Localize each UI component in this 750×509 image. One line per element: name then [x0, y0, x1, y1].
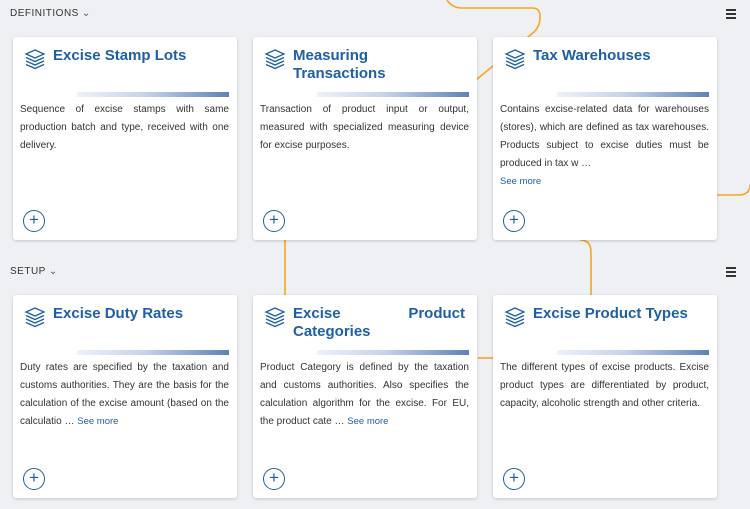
layers-icon — [24, 307, 46, 328]
card-description: Product Category is defined by the taxat… — [260, 362, 469, 427]
card-excise-duty-rates[interactable]: Excise Duty Rates Duty rates are specifi… — [13, 295, 237, 498]
card-measuring-transactions[interactable]: Measuring Transactions Transaction of pr… — [253, 37, 477, 240]
card-description: Contains excise-related data for warehou… — [500, 104, 709, 187]
card-description: Transaction of product input or output, … — [260, 104, 469, 151]
section-title: SETUP — [10, 266, 46, 277]
layers-icon — [24, 49, 46, 70]
section-label-definitions[interactable]: DEFINITIONS ⌄ — [10, 8, 91, 19]
card-excise-stamp-lots[interactable]: Excise Stamp Lots Sequence of excise sta… — [13, 37, 237, 240]
layers-icon — [504, 49, 526, 70]
card-title[interactable]: Excise Stamp Lots — [53, 47, 186, 70]
card-description: Sequence of excise stamps with same prod… — [20, 104, 229, 151]
card-title[interactable]: Excise Duty Rates — [53, 305, 183, 328]
title-divider — [557, 92, 709, 97]
see-more-link[interactable]: See more — [347, 416, 388, 427]
see-more-link[interactable]: See more — [500, 176, 541, 187]
card-title[interactable]: Excise Product Types — [533, 305, 688, 328]
hamburger-menu-icon[interactable] — [726, 267, 736, 279]
layers-icon — [264, 49, 286, 70]
add-button[interactable]: + — [263, 468, 285, 490]
card-description: The different types of excise products. … — [500, 362, 709, 409]
title-divider — [317, 92, 469, 97]
card-tax-warehouses[interactable]: Tax Warehouses Contains excise-related d… — [493, 37, 717, 240]
card-title[interactable]: Excise Product Categories — [293, 305, 465, 341]
chevron-down-icon: ⌄ — [48, 266, 58, 277]
add-button[interactable]: + — [23, 210, 45, 232]
layers-icon — [504, 307, 526, 328]
section-title: DEFINITIONS — [10, 8, 79, 19]
add-button[interactable]: + — [503, 210, 525, 232]
card-title[interactable]: Measuring Transactions — [293, 47, 413, 83]
section-label-setup[interactable]: SETUP ⌄ — [10, 266, 58, 277]
add-button[interactable]: + — [263, 210, 285, 232]
title-divider — [77, 92, 229, 97]
add-button[interactable]: + — [23, 468, 45, 490]
layers-icon — [264, 307, 286, 328]
card-excise-product-categories[interactable]: Excise Product Categories Product Catego… — [253, 295, 477, 498]
card-excise-product-types[interactable]: Excise Product Types The different types… — [493, 295, 717, 498]
card-description: Duty rates are specified by the taxation… — [20, 362, 229, 427]
title-divider — [557, 350, 709, 355]
see-more-link[interactable]: See more — [77, 416, 118, 427]
card-title[interactable]: Tax Warehouses — [533, 47, 651, 70]
hamburger-menu-icon[interactable] — [726, 9, 736, 21]
add-button[interactable]: + — [503, 468, 525, 490]
title-divider — [317, 350, 469, 355]
chevron-down-icon: ⌄ — [81, 8, 91, 19]
title-divider — [77, 350, 229, 355]
